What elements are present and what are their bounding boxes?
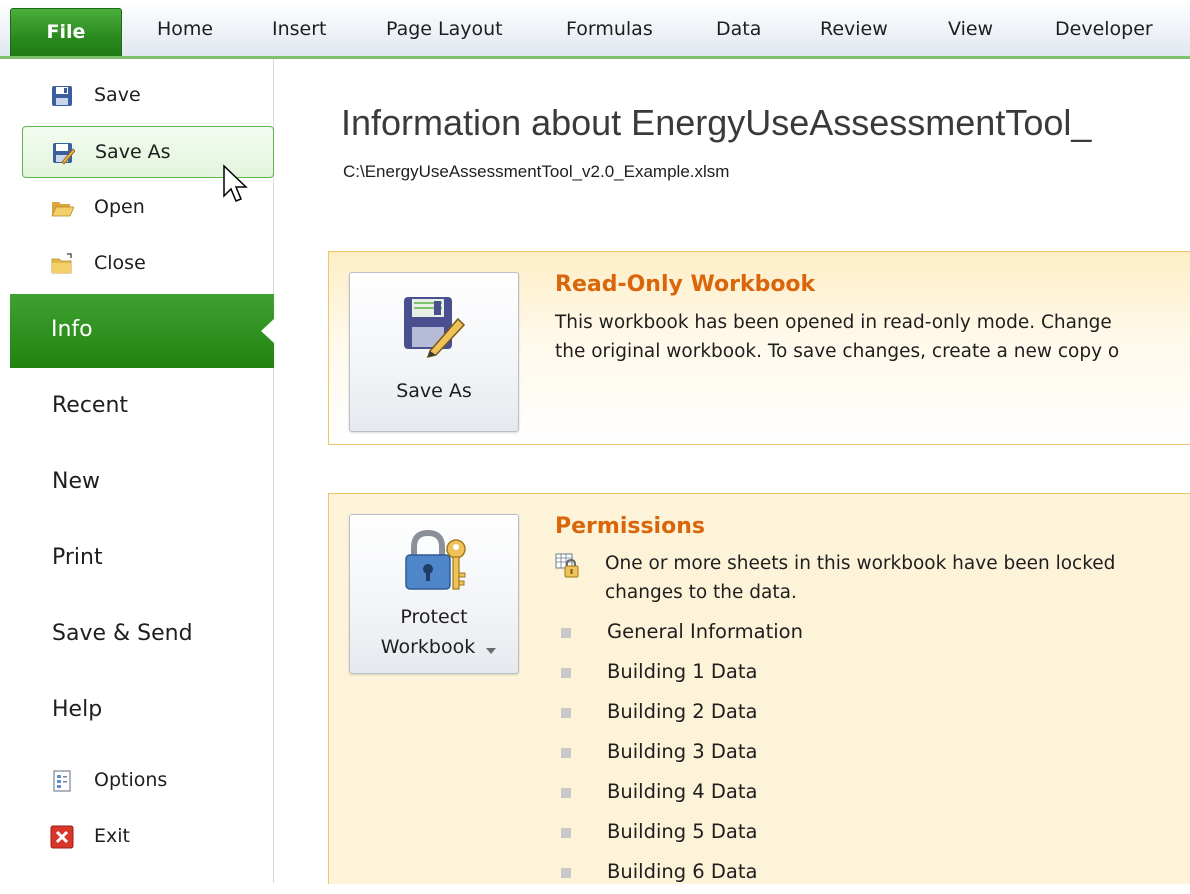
tab-developer[interactable]: Developer: [1055, 18, 1153, 40]
nav-info[interactable]: Info: [10, 294, 275, 368]
close-folder-icon: [51, 253, 72, 274]
locked-sheet-item: General Information: [561, 614, 1181, 654]
bullet-icon: [561, 828, 571, 838]
nav-exit[interactable]: Exit: [22, 811, 272, 861]
permissions-title: Permissions: [555, 514, 705, 539]
tab-page-layout[interactable]: Page Layout: [386, 18, 503, 40]
tab-file[interactable]: File: [10, 8, 122, 57]
readonly-title: Read-Only Workbook: [555, 272, 816, 297]
nav-options-label: Options: [94, 769, 168, 791]
nav-new[interactable]: New: [52, 469, 100, 494]
tab-insert[interactable]: Insert: [272, 18, 327, 40]
mouse-cursor-icon: [223, 164, 248, 202]
protect-workbook-button[interactable]: Protect Workbook: [349, 514, 519, 674]
lock-key-icon: [405, 529, 466, 590]
locked-sheet-name: Building 4 Data: [607, 780, 758, 803]
readonly-text-line2: the original workbook. To save changes, …: [555, 341, 1120, 362]
nav-help[interactable]: Help: [52, 697, 102, 722]
nav-options[interactable]: Options: [22, 755, 272, 805]
tab-review[interactable]: Review: [820, 18, 888, 40]
nav-save-send[interactable]: Save & Send: [52, 621, 193, 646]
permissions-panel: Protect Workbook Permissions One or more…: [328, 493, 1190, 884]
locked-sheet-name: Building 5 Data: [607, 820, 758, 843]
nav-print[interactable]: Print: [52, 545, 103, 570]
ribbon-tab-bar: File Home Insert Page Layout Formulas Da…: [0, 0, 1190, 59]
lock-sheet-icon: [555, 553, 579, 578]
bullet-icon: [561, 628, 571, 638]
readonly-panel: Save As Read-Only Workbook This workbook…: [328, 251, 1190, 445]
nav-close-label: Close: [94, 252, 146, 274]
save-as-big-icon: [404, 297, 466, 359]
nav-save[interactable]: Save: [22, 70, 272, 120]
nav-save-label: Save: [94, 84, 141, 106]
locked-sheet-item: Building 4 Data: [561, 774, 1181, 814]
save-icon: [52, 86, 72, 106]
readonly-text-line1: This workbook has been opened in read-on…: [555, 312, 1112, 333]
nav-save-as-label: Save As: [95, 141, 171, 163]
nav-exit-label: Exit: [94, 825, 130, 847]
locked-sheet-item: Building 1 Data: [561, 654, 1181, 694]
locked-sheet-name: Building 1 Data: [607, 660, 758, 683]
save-as-button[interactable]: Save As: [349, 272, 519, 432]
save-as-icon: [53, 143, 75, 165]
permissions-text-line2: changes to the data.: [605, 582, 797, 603]
nav-close[interactable]: Close: [22, 238, 272, 288]
bullet-icon: [561, 708, 571, 718]
tab-file-label: File: [46, 21, 86, 43]
bullet-icon: [561, 868, 571, 878]
bullet-icon: [561, 748, 571, 758]
permissions-text-line1: One or more sheets in this workbook have…: [605, 553, 1116, 574]
save-as-button-label: Save As: [396, 380, 472, 402]
bullet-icon: [561, 788, 571, 798]
bullet-icon: [561, 668, 571, 678]
locked-sheet-item: Building 3 Data: [561, 734, 1181, 774]
exit-icon: [50, 825, 74, 849]
tab-data[interactable]: Data: [716, 18, 761, 40]
tab-formulas[interactable]: Formulas: [566, 18, 653, 40]
page-title: Information about EnergyUseAssessmentToo…: [341, 102, 1092, 143]
protect-workbook-label-line1: Protect: [400, 606, 468, 628]
tab-home[interactable]: Home: [157, 18, 213, 40]
protect-workbook-label-line2: Workbook: [380, 636, 476, 658]
locked-sheet-item: Building 5 Data: [561, 814, 1181, 854]
nav-info-pointer: [261, 318, 275, 344]
nav-info-label: Info: [51, 317, 93, 342]
dropdown-arrow-icon: [486, 648, 496, 654]
nav-recent[interactable]: Recent: [52, 393, 128, 418]
file-path: C:\EnergyUseAssessmentTool_v2.0_Example.…: [343, 162, 730, 181]
locked-sheet-item: Building 2 Data: [561, 694, 1181, 734]
open-folder-icon: [51, 202, 74, 217]
locked-sheet-name: General Information: [607, 620, 803, 643]
tab-view[interactable]: View: [948, 18, 993, 40]
locked-sheet-name: Building 3 Data: [607, 740, 758, 763]
locked-sheet-name: Building 6 Data: [607, 860, 758, 883]
locked-sheet-name: Building 2 Data: [607, 700, 758, 723]
options-icon: [53, 770, 71, 792]
locked-sheet-item: Building 6 Data: [561, 854, 1181, 894]
nav-open-label: Open: [94, 196, 145, 218]
